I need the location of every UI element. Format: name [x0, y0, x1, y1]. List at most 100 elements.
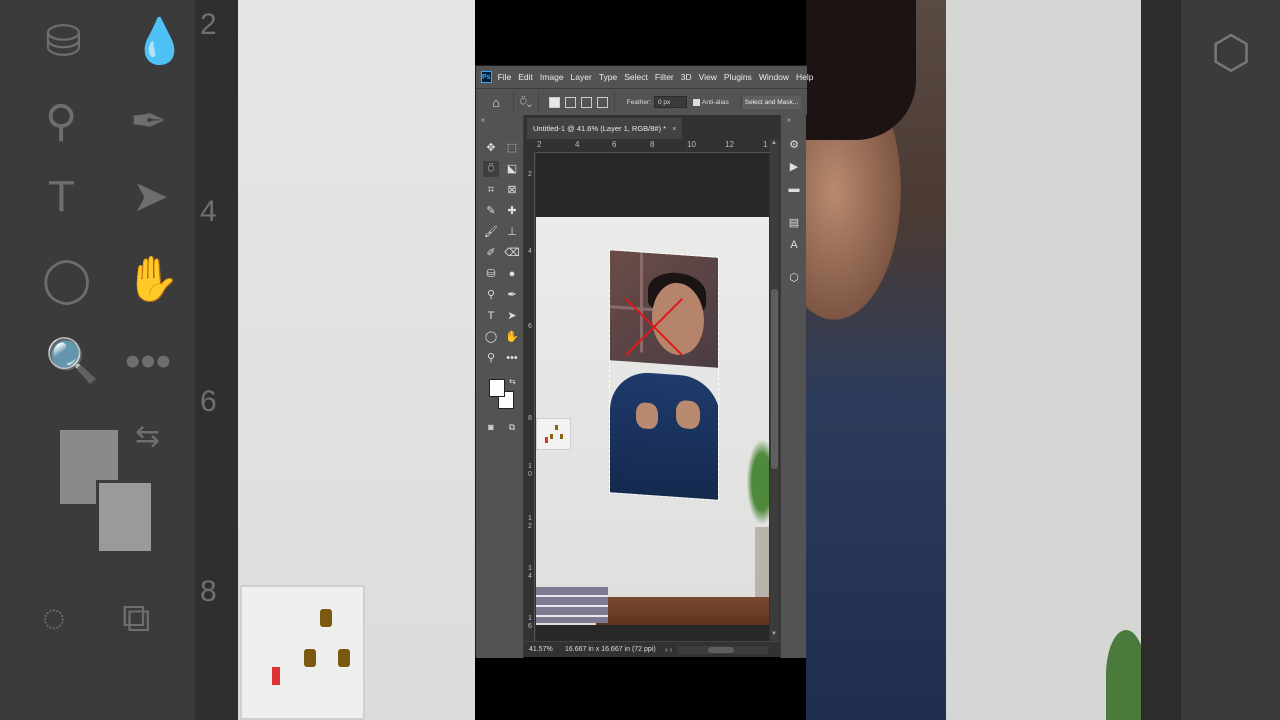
background-zoom-right: ⬡	[806, 0, 1280, 720]
screen-mode-icon[interactable]: ⧉	[504, 419, 520, 435]
menu-window[interactable]: Window	[759, 72, 789, 82]
object-select-icon[interactable]: ⬕	[504, 161, 520, 177]
menu-help[interactable]: Help	[796, 72, 813, 82]
vertical-scrollbar[interactable]: ▲ ▼	[770, 139, 779, 641]
home-icon[interactable]: ⌂	[485, 92, 507, 112]
type-icon: T	[48, 172, 75, 221]
select-and-mask-button[interactable]: Select and Mask...	[740, 95, 802, 109]
ruler-tick-label: 2	[537, 140, 542, 149]
quick-mask-icon[interactable]: ◙	[483, 419, 499, 435]
background-plant	[1106, 630, 1146, 720]
scroll-down-icon[interactable]: ▼	[771, 631, 777, 637]
marquee-icon[interactable]: ⬚	[504, 140, 520, 156]
menu-plugins[interactable]: Plugins	[724, 72, 752, 82]
menu-select[interactable]: Select	[624, 72, 648, 82]
status-menu-icon[interactable]: ›	[665, 645, 668, 654]
screen-mode-icon: ⧉	[122, 596, 151, 640]
dodge-icon: ⚲	[45, 97, 78, 146]
intersect-selection-icon[interactable]	[596, 96, 608, 108]
scroll-up-icon[interactable]: ▲	[771, 140, 777, 146]
menu-view[interactable]: View	[699, 72, 717, 82]
background-hair	[806, 0, 916, 140]
dodge-icon[interactable]: ⚲	[483, 287, 499, 303]
feather-input[interactable]: 0 px	[654, 96, 688, 108]
libraries-icon[interactable]: ▤	[786, 215, 802, 231]
document-tab[interactable]: Untitled-1 @ 41.6% (Layer 1, RGB/8#) * ×	[527, 118, 683, 139]
menu-filter[interactable]: Filter	[655, 72, 674, 82]
canvas-area[interactable]	[536, 153, 769, 641]
ruler-tick-label: 1 6	[528, 615, 532, 630]
expand-panels-icon[interactable]: »	[787, 117, 791, 124]
divider	[537, 92, 539, 112]
foreground-color-swatch[interactable]	[489, 379, 505, 397]
ruler-tick-label: 1	[763, 140, 768, 149]
ruler-tick-label: 6	[528, 323, 532, 330]
add-to-selection-icon[interactable]	[564, 96, 576, 108]
eraser-icon[interactable]: ⌫	[504, 245, 520, 261]
document-canvas[interactable]	[536, 217, 769, 625]
menu-image[interactable]: Image	[540, 72, 564, 82]
collapse-panel-icon[interactable]: «	[481, 117, 485, 124]
document-tab-title: Untitled-1 @ 41.6% (Layer 1, RGB/8#) *	[533, 124, 667, 133]
wall-socket-image	[536, 418, 571, 450]
anti-alias-checkbox[interactable]	[693, 98, 701, 106]
red-x-marker	[614, 292, 684, 362]
swap-colors-icon[interactable]: ⇆	[509, 377, 516, 386]
polygonal-lasso-preset-icon[interactable]: ⍥⌄	[520, 96, 532, 109]
books-image	[536, 587, 608, 623]
zoom-level[interactable]: 41.57%	[529, 646, 565, 653]
background-toolbar: ⛁ 💧 ⚲ ✒ T ➤ ◯ ✋ 🔍 ••• ⇆ ◌ ⧉	[0, 0, 195, 720]
desk-image	[596, 597, 769, 625]
type-icon[interactable]: T	[483, 308, 499, 324]
eyedropper-icon[interactable]: ✎	[483, 203, 499, 219]
app-logo: Ps	[481, 71, 492, 83]
pen-icon[interactable]: ✒	[504, 287, 520, 303]
menu-edit[interactable]: Edit	[518, 72, 533, 82]
divider	[613, 92, 615, 112]
photoshop-window: Ps File Edit Image Layer Type Select Fil…	[475, 65, 814, 658]
zoom-icon[interactable]: ⚲	[483, 350, 499, 366]
actions-icon[interactable]: ▶	[786, 159, 802, 175]
healing-brush-icon[interactable]: ✚	[504, 203, 520, 219]
scroll-left-icon[interactable]: ‹	[670, 645, 673, 654]
menu-layer[interactable]: Layer	[571, 72, 592, 82]
history-brush-icon[interactable]: ✐	[483, 245, 499, 261]
ruler-tick-label: 4	[528, 248, 532, 255]
subtract-from-selection-icon[interactable]	[580, 96, 592, 108]
paint-bucket-icon[interactable]: ⛁	[483, 266, 499, 282]
menu-file[interactable]: File	[498, 72, 512, 82]
frame-icon[interactable]: ⊠	[504, 182, 520, 198]
3d-icon[interactable]: ⬡	[786, 270, 802, 286]
comments-icon[interactable]: ▬	[786, 181, 802, 197]
brush-icon[interactable]: 🖌	[483, 224, 499, 240]
ruler-tick-label: 1 2	[528, 515, 532, 530]
scrollbar-thumb[interactable]	[708, 646, 735, 653]
horizontal-scrollbar[interactable]	[678, 645, 769, 654]
polygonal-lasso-icon[interactable]: ⍥	[483, 161, 499, 177]
ellipse-icon[interactable]: ◯	[483, 329, 499, 345]
crop-icon[interactable]: ⌗	[483, 182, 499, 198]
scrollbar-thumb[interactable]	[771, 289, 778, 469]
menu-3d[interactable]: 3D	[681, 72, 692, 82]
3d-icon: ⬡	[1211, 26, 1252, 78]
photo-layer-selection[interactable]	[609, 249, 719, 501]
hand-icon[interactable]: ✋	[504, 329, 520, 345]
plant-image	[744, 432, 769, 532]
character-icon[interactable]: A	[786, 237, 802, 253]
blur-icon[interactable]: ●	[504, 266, 520, 282]
more-tools-icon[interactable]: •••	[504, 350, 520, 366]
properties-icon[interactable]: ⚙	[786, 137, 802, 153]
clone-stamp-icon[interactable]: ⊥	[504, 224, 520, 240]
ellipse-icon: ◯	[42, 255, 92, 304]
path-select-icon[interactable]: ➤	[504, 308, 520, 324]
close-icon[interactable]: ×	[672, 124, 676, 133]
new-selection-icon[interactable]	[548, 96, 560, 108]
horizontal-ruler: 2 4 6 8 10 12 1	[535, 139, 770, 153]
ruler-tick-label: 1 0	[528, 463, 532, 478]
move-icon[interactable]: ✥	[483, 140, 499, 156]
blur-icon: 💧	[132, 17, 187, 66]
background-wall-right	[946, 0, 1141, 720]
background-vertical-ruler: 2 4 6 8	[195, 0, 238, 720]
document-info: 16.667 in x 16.667 in (72 ppi)	[565, 646, 656, 653]
menu-type[interactable]: Type	[599, 72, 617, 82]
